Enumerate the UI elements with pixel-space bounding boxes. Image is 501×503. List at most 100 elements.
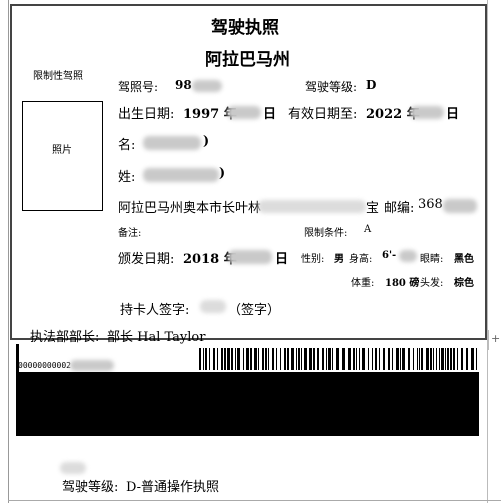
barcode-bar: [362, 348, 365, 370]
sex-value: 男: [334, 254, 344, 265]
barcode-bar: [246, 348, 249, 370]
expiry-day-suffix: 日: [446, 107, 460, 122]
barcode-bar: [268, 348, 269, 370]
redacted-last-name: [143, 168, 219, 182]
barcode-bar: [356, 348, 357, 370]
redacted-footer-text: [60, 462, 86, 474]
barcode-bar: [375, 348, 377, 370]
redacted-expiry: [410, 106, 444, 119]
barcode-bar: [439, 348, 440, 370]
barcode-bar: [322, 348, 324, 370]
eye-value: 黑色: [454, 254, 474, 265]
issue-day-suffix: 日: [275, 252, 289, 267]
barcode-bar: [348, 348, 351, 370]
redacted-license-number: [192, 80, 222, 92]
last-name-suffix: ): [219, 166, 226, 181]
photo-label: 照片: [52, 145, 72, 156]
expand-handle[interactable]: +: [488, 330, 501, 350]
barcode-bar: [417, 348, 418, 370]
last-name-label: 姓:: [118, 170, 136, 185]
redacted-barcode-number: [70, 360, 114, 371]
barcode-bar: [426, 348, 429, 370]
barcode: [199, 348, 477, 370]
state-name: 阿拉巴马州: [205, 50, 290, 70]
barcode-bar: [441, 348, 444, 370]
barcode-bar: [447, 348, 449, 370]
barcode-bar: [332, 348, 333, 370]
barcode-bar: [476, 348, 477, 370]
zip-value: 368: [418, 197, 443, 212]
weight-label: 体重:: [351, 278, 375, 289]
license-number-value: 98: [175, 78, 192, 92]
restriction-label: 限制条件:: [304, 228, 348, 239]
barcode-bar: [392, 348, 393, 370]
notes-label: 备注:: [118, 228, 142, 239]
barcode-bar: [383, 348, 385, 370]
barcode-bar: [421, 348, 423, 370]
redacted-issue-date: [228, 250, 272, 264]
plus-icon: +: [491, 332, 501, 345]
barcode-bar: [461, 348, 463, 370]
photo-box: 照片: [22, 101, 103, 211]
page-edge-right: [487, 0, 488, 503]
barcode-bar: [466, 348, 468, 370]
barcode-bar: [199, 348, 201, 370]
barcode-bar: [372, 348, 373, 370]
barcode-bar: [258, 348, 259, 370]
restricted-license-label: 限制性驾照: [33, 71, 83, 82]
barcode-bar: [265, 348, 267, 370]
barcode-bar: [243, 348, 244, 370]
barcode-bar: [336, 348, 339, 370]
dob-day-suffix: 日: [263, 107, 277, 122]
director-label: 执法部部长:: [30, 330, 100, 345]
page-bottom-edge: [8, 500, 501, 501]
barcode-bar: [287, 348, 289, 370]
barcode-bar: [221, 348, 223, 370]
barcode-bar: [235, 348, 236, 370]
barcode-bar: [379, 348, 380, 370]
redacted-height: [399, 250, 417, 262]
barcode-bar: [203, 348, 204, 370]
barcode-bar: [284, 348, 286, 370]
barcode-bar: [301, 348, 302, 370]
barcode-bar: [213, 348, 215, 370]
class-footer-value: D-普通操作执照: [126, 480, 220, 495]
height-label: 身高:: [349, 254, 373, 265]
eye-label: 眼睛:: [420, 254, 444, 265]
barcode-bar: [328, 348, 331, 370]
barcode-bar: [368, 348, 369, 370]
redacted-zip: [443, 199, 477, 213]
redacted-dob: [227, 106, 261, 119]
barcode-bar: [227, 348, 230, 370]
license-class-label: 驾驶等级:: [305, 80, 358, 94]
barcode-bar: [450, 348, 452, 370]
barcode-bar: [272, 348, 274, 370]
barcode-bar: [237, 348, 240, 370]
zip-label: 邮编:: [384, 201, 415, 216]
barcode-bar: [250, 348, 252, 370]
barcode-bar: [296, 348, 297, 370]
barcode-bar: [224, 348, 226, 370]
barcode-bar: [471, 348, 474, 370]
redacted-signature: [200, 300, 226, 313]
barcode-bar: [304, 348, 307, 370]
license-number-label: 驾照号:: [118, 80, 159, 94]
barcode-bar: [453, 348, 455, 370]
barcode-bar: [217, 348, 218, 370]
barcode-bar: [353, 348, 355, 370]
barcode-bar: [433, 348, 434, 370]
issue-date-label: 颁发日期:: [118, 252, 175, 267]
first-name-label: 名:: [118, 138, 136, 153]
barcode-bar: [317, 348, 319, 370]
sex-label: 性别:: [301, 254, 325, 265]
barcode-bar: [359, 348, 360, 370]
director-value: 部长 Hal Taylor: [107, 330, 206, 345]
address-prefix: 阿拉巴马州奥本市长叶林: [118, 201, 262, 216]
barcode-bar: [402, 348, 405, 370]
redacted-address: [258, 200, 366, 213]
barcode-bar: [326, 348, 327, 370]
dob-label: 出生日期:: [118, 107, 175, 122]
page-edge-left: [8, 0, 9, 503]
redacted-first-name: [143, 136, 201, 150]
barcode-bar: [309, 348, 312, 370]
